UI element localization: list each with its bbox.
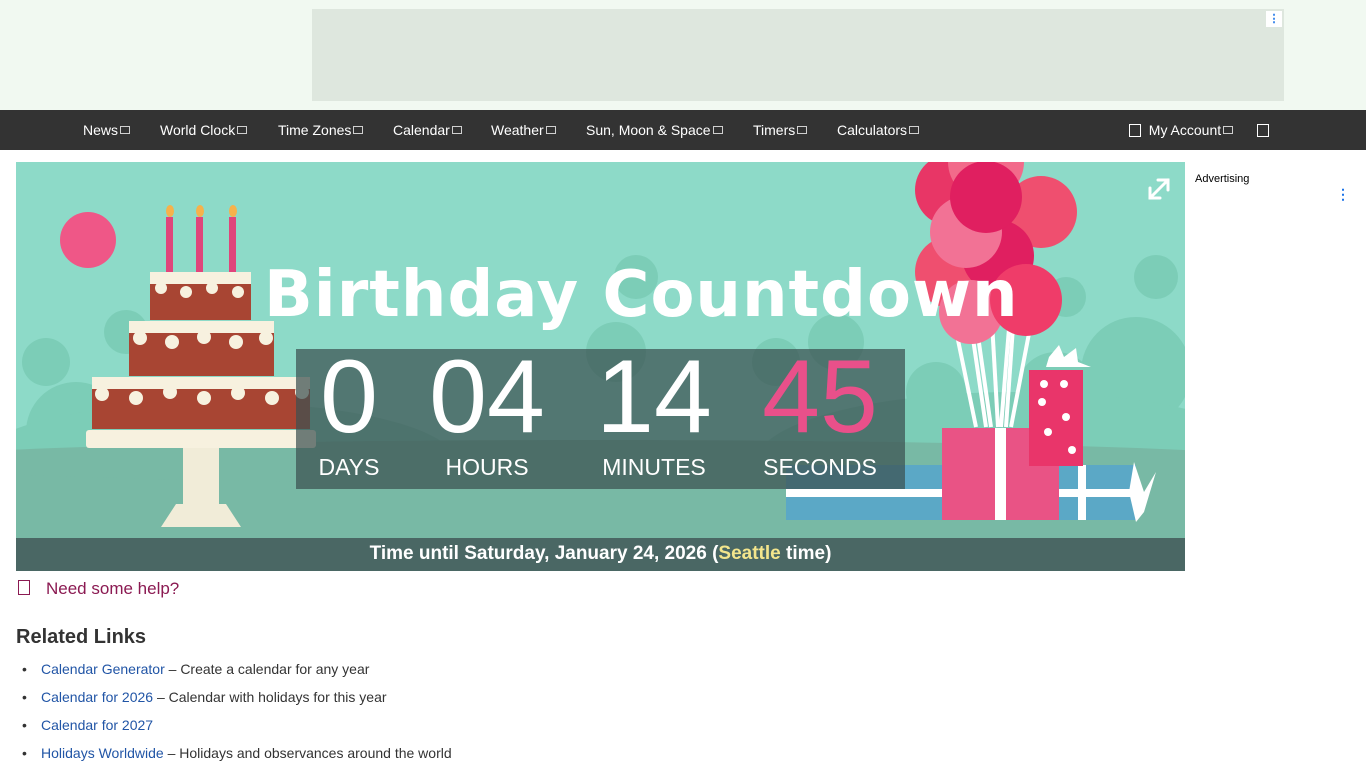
account-label: My Account — [1148, 122, 1222, 138]
nav-label: Time Zones — [278, 122, 352, 138]
top-ad-strip: ⋮ — [0, 0, 1366, 110]
nav-label: Timers — [753, 122, 796, 138]
bullet-icon: • — [22, 689, 27, 705]
need-help-link[interactable]: Need some help? — [18, 578, 179, 600]
related-link[interactable]: Holidays Worldwide — [41, 745, 164, 761]
related-links-list: • Calendar Generator – Create a calendar … — [22, 658, 452, 770]
nav-item-calendar[interactable]: Calendar — [393, 110, 462, 150]
dropdown-icon — [353, 126, 364, 135]
location-link[interactable]: Seattle — [718, 543, 780, 564]
nav-item-news[interactable]: News — [83, 110, 131, 150]
hours-value: 04 — [429, 339, 545, 455]
dropdown-icon — [797, 126, 808, 135]
advertising-label: Advertising — [1195, 173, 1250, 185]
dropdown-icon — [545, 126, 556, 135]
link-description: – Holidays and observances around the wo… — [163, 745, 452, 761]
hours-label: HOURS — [445, 454, 529, 480]
minutes-value: 14 — [596, 339, 712, 455]
seconds-label: SECONDS — [763, 454, 877, 480]
dropdown-icon — [909, 126, 920, 135]
fullscreen-icon[interactable] — [1144, 174, 1174, 204]
list-item: • Holidays Worldwide – Holidays and obser… — [22, 742, 452, 770]
help-icon — [18, 580, 30, 596]
until-prefix: Time until Saturday, January 24, 2026 ( — [369, 543, 719, 564]
nav-item-world-clock[interactable]: World Clock — [160, 110, 248, 150]
dropdown-icon — [712, 126, 723, 135]
list-item: • Calendar Generator – Create a calendar … — [22, 658, 452, 686]
related-link[interactable]: Calendar for 2026 — [41, 689, 153, 705]
nav-item-timers[interactable]: Timers — [753, 110, 808, 150]
days-value: 0 — [320, 339, 378, 455]
nav-item-sun-moon-space[interactable]: Sun, Moon & Space — [586, 110, 723, 150]
account-icon — [1129, 123, 1141, 137]
nav-label: Calendar — [393, 122, 450, 138]
countdown-panel: 0 04 14 45 DAYS HOURS MINUTES SECONDS — [296, 339, 905, 489]
ad-options-icon[interactable]: ⋮ — [1336, 186, 1350, 202]
minutes-label: MINUTES — [602, 454, 706, 480]
bullet-icon: • — [22, 717, 27, 733]
related-link[interactable]: Calendar Generator — [41, 661, 165, 677]
countdown-hero: Birthday Countdown 0 04 14 45 DAYS HOURS… — [16, 162, 1185, 571]
nav-label: Sun, Moon & Space — [586, 122, 711, 138]
nav-label: News — [83, 122, 119, 138]
nav-label: Weather — [491, 122, 544, 138]
menu-toggle-button[interactable] — [1257, 110, 1269, 150]
related-link[interactable]: Calendar for 2027 — [41, 717, 153, 733]
list-item: • Calendar for 2027 — [22, 714, 452, 742]
ad-options-icon[interactable]: ⋮ — [1266, 11, 1282, 27]
dropdown-icon — [120, 126, 131, 135]
main-nav: News World Clock Time Zones Calendar Wea… — [0, 110, 1366, 150]
nav-label: World Clock — [160, 122, 236, 138]
bullet-icon: • — [22, 745, 27, 761]
nav-item-calculators[interactable]: Calculators — [837, 110, 920, 150]
link-description: – Create a calendar for any year — [164, 661, 370, 677]
nav-item-weather[interactable]: Weather — [491, 110, 556, 150]
countdown-title: Birthday Countdown — [264, 258, 1019, 332]
nav-label: Calculators — [837, 122, 908, 138]
link-description: – Calendar with holidays for this year — [153, 689, 387, 705]
bullet-icon: • — [22, 661, 27, 677]
related-links-heading: Related Links — [16, 626, 147, 648]
list-item: • Calendar for 2026 – Calendar with holid… — [22, 686, 452, 714]
days-label: DAYS — [318, 454, 380, 480]
menu-icon — [1257, 123, 1269, 137]
dropdown-icon — [237, 126, 248, 135]
seconds-value: 45 — [762, 339, 878, 455]
top-ad-banner[interactable]: ⋮ — [312, 9, 1284, 101]
until-suffix: time) — [780, 543, 832, 564]
dropdown-icon — [1223, 126, 1234, 135]
target-date-bar: Time until Saturday, January 24, 2026 (S… — [16, 538, 1185, 571]
help-label: Need some help? — [46, 579, 180, 598]
dropdown-icon — [451, 126, 462, 135]
nav-item-time-zones[interactable]: Time Zones — [278, 110, 364, 150]
my-account-menu[interactable]: My Account — [1129, 110, 1234, 150]
